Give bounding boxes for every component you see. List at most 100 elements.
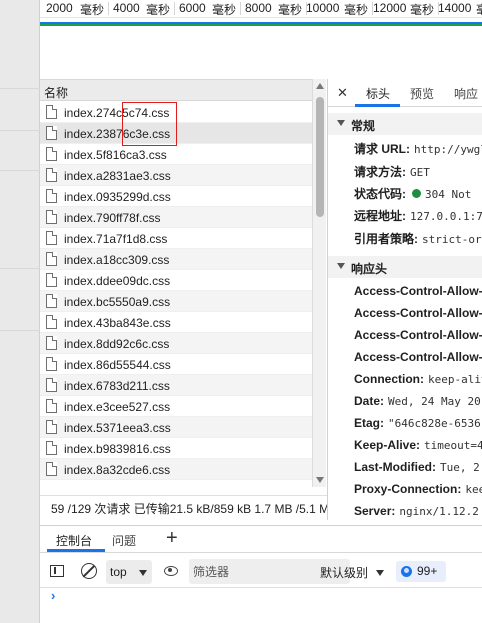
network-timeline[interactable]: 2000 毫秒 4000 毫秒 6000 毫秒 8000 毫秒 10000 毫秒… [40, 0, 482, 18]
request-row[interactable]: index.86d55544.css [40, 354, 312, 375]
request-list[interactable]: index.274c5c74.css index.23876c3e.css in… [40, 102, 312, 486]
context-selector[interactable]: top [106, 560, 152, 584]
request-row[interactable]: index.790ff78f.css [40, 207, 312, 228]
timeline-waterfall-bar [40, 24, 482, 26]
request-row[interactable]: index.8dd92c6c.css [40, 333, 312, 354]
request-row[interactable]: index.e3cee527.css [40, 396, 312, 417]
tab-issues[interactable]: 问题 [112, 532, 136, 549]
request-row[interactable]: index.8a32cde6.css [40, 459, 312, 480]
file-icon [46, 441, 57, 455]
scroll-down-arrow-icon[interactable] [316, 477, 324, 483]
request-row[interactable]: index.6783d211.css [40, 375, 312, 396]
file-icon [46, 168, 57, 182]
request-name: index.8a32cde6.css [64, 463, 171, 477]
chevron-down-icon[interactable] [376, 570, 384, 576]
active-tab-indicator [355, 104, 400, 107]
drawer-tabbar: 控制台 问题 + [40, 525, 482, 553]
status-ok-icon [412, 189, 421, 198]
file-icon [46, 105, 57, 119]
overview-area [40, 27, 482, 79]
devtools-window: 2000 毫秒 4000 毫秒 6000 毫秒 8000 毫秒 10000 毫秒… [0, 0, 482, 623]
file-icon [46, 336, 57, 350]
issues-counter-button[interactable]: 99+ [396, 561, 446, 582]
timeline-tick-unit: 毫秒 [278, 3, 303, 17]
request-name: index.86d55544.css [64, 358, 171, 372]
console-toolbar: top 默认级别 99+ [40, 556, 482, 588]
request-name: index.e3cee527.css [64, 400, 171, 414]
response-header-row: Date: Wed, 24 May 20 [354, 394, 481, 408]
sidebar-toggle-icon[interactable] [50, 565, 64, 577]
section-response-headers-header[interactable]: 响应头 [328, 256, 482, 278]
file-icon [46, 189, 57, 203]
timeline-tick-unit: 毫秒 [344, 3, 369, 17]
request-name: index.5f816ca3.css [64, 148, 167, 162]
request-list-header[interactable]: 名称 [40, 79, 312, 101]
file-icon [46, 294, 57, 308]
page-viewport-strip [0, 0, 40, 623]
file-icon [46, 126, 57, 140]
general-row-url: 请求 URL: http://ywgl [354, 142, 482, 156]
general-row-referrer-policy: 引用者策略: strict-or [354, 232, 482, 246]
column-header-name[interactable]: 名称 [44, 84, 68, 101]
file-icon [46, 252, 57, 266]
section-general-header[interactable]: 常规 [328, 113, 482, 135]
context-selector-value: top [110, 565, 127, 579]
file-icon [46, 231, 57, 245]
timeline-tick: 8000 [245, 1, 272, 15]
eye-icon[interactable] [164, 566, 178, 576]
file-icon [46, 462, 57, 476]
general-row-status: 状态代码: 304 Not [354, 187, 472, 201]
timeline-tick: 14000 [438, 1, 472, 15]
network-summary-bar: 59 /129 次请求 已传输21.5 kB/859 kB 1.7 MB /5.… [40, 495, 329, 517]
request-row[interactable]: index.0935299d.css [40, 186, 312, 207]
timeline-tick: 4000 [113, 1, 140, 15]
general-row-remote-address: 远程地址: 127.0.0.1:7 [354, 209, 482, 223]
close-icon[interactable]: ✕ [337, 85, 348, 101]
request-name: index.71a7f1d8.css [64, 232, 168, 246]
scrollbar-thumb[interactable] [316, 97, 324, 217]
request-name: index.8dd92c6c.css [64, 337, 170, 351]
request-row[interactable]: index.5371eea3.css [40, 417, 312, 438]
request-name: index.6783d211.css [64, 379, 170, 393]
scroll-up-arrow-icon[interactable] [316, 83, 324, 89]
request-name: index.5371eea3.css [64, 421, 171, 435]
tab-preview[interactable]: 预览 [410, 85, 434, 102]
tab-headers[interactable]: 标头 [366, 85, 390, 102]
file-icon [46, 273, 57, 287]
section-response-headers-title: 响应头 [351, 262, 388, 276]
request-row[interactable]: index.bc5550a9.css [40, 291, 312, 312]
details-tabbar: ✕ 标头 预览 响应 [328, 79, 482, 107]
console-prompt-icon[interactable]: › [51, 588, 55, 603]
file-icon [46, 210, 57, 224]
file-icon [46, 378, 57, 392]
request-row[interactable]: index.5f816ca3.css [40, 144, 312, 165]
response-header-row: Connection: keep-aliv [354, 372, 482, 386]
clear-console-icon[interactable] [81, 563, 97, 579]
request-row[interactable]: index.b9839816.css [40, 438, 312, 459]
request-row[interactable]: index.43ba843e.css [40, 312, 312, 333]
tab-console[interactable]: 控制台 [56, 532, 92, 549]
request-name: index.bc5550a9.css [64, 295, 171, 309]
request-row[interactable]: index.71a7f1d8.css [40, 228, 312, 249]
issues-count: 99+ [417, 564, 438, 578]
log-level-dropdown[interactable]: 默认级别 [320, 564, 368, 581]
timeline-tick-unit: 毫秒 [410, 3, 435, 17]
add-tab-plus-icon[interactable]: + [166, 527, 178, 550]
highlight-annotation-box [122, 102, 177, 146]
request-list-scrollbar[interactable] [312, 79, 326, 487]
response-header-row: Server: nginx/1.12.2 [354, 504, 479, 518]
timeline-tick-unit: 毫秒 [146, 3, 171, 17]
response-header-row: Proxy-Connection:kee [354, 482, 482, 496]
request-name: index.a18cc309.css [64, 253, 170, 267]
request-row[interactable]: index.a2831ae3.css [40, 165, 312, 186]
request-row[interactable]: index.a18cc309.css [40, 249, 312, 270]
tab-response[interactable]: 响应 [454, 85, 478, 102]
response-header-row: Access-Control-Allow-C [354, 284, 482, 298]
request-name: index.43ba843e.css [64, 316, 171, 330]
file-icon [46, 399, 57, 413]
request-details-panel: ✕ 标头 预览 响应 常规 请求 URL: http://ywgl 请求方法: GE… [327, 79, 482, 520]
response-header-row: Access-Control-Allow-O [354, 350, 482, 364]
request-row[interactable]: index.ddee09dc.css [40, 270, 312, 291]
timeline-tick: 6000 [179, 1, 206, 15]
timeline-tick: 2000 [46, 1, 73, 15]
